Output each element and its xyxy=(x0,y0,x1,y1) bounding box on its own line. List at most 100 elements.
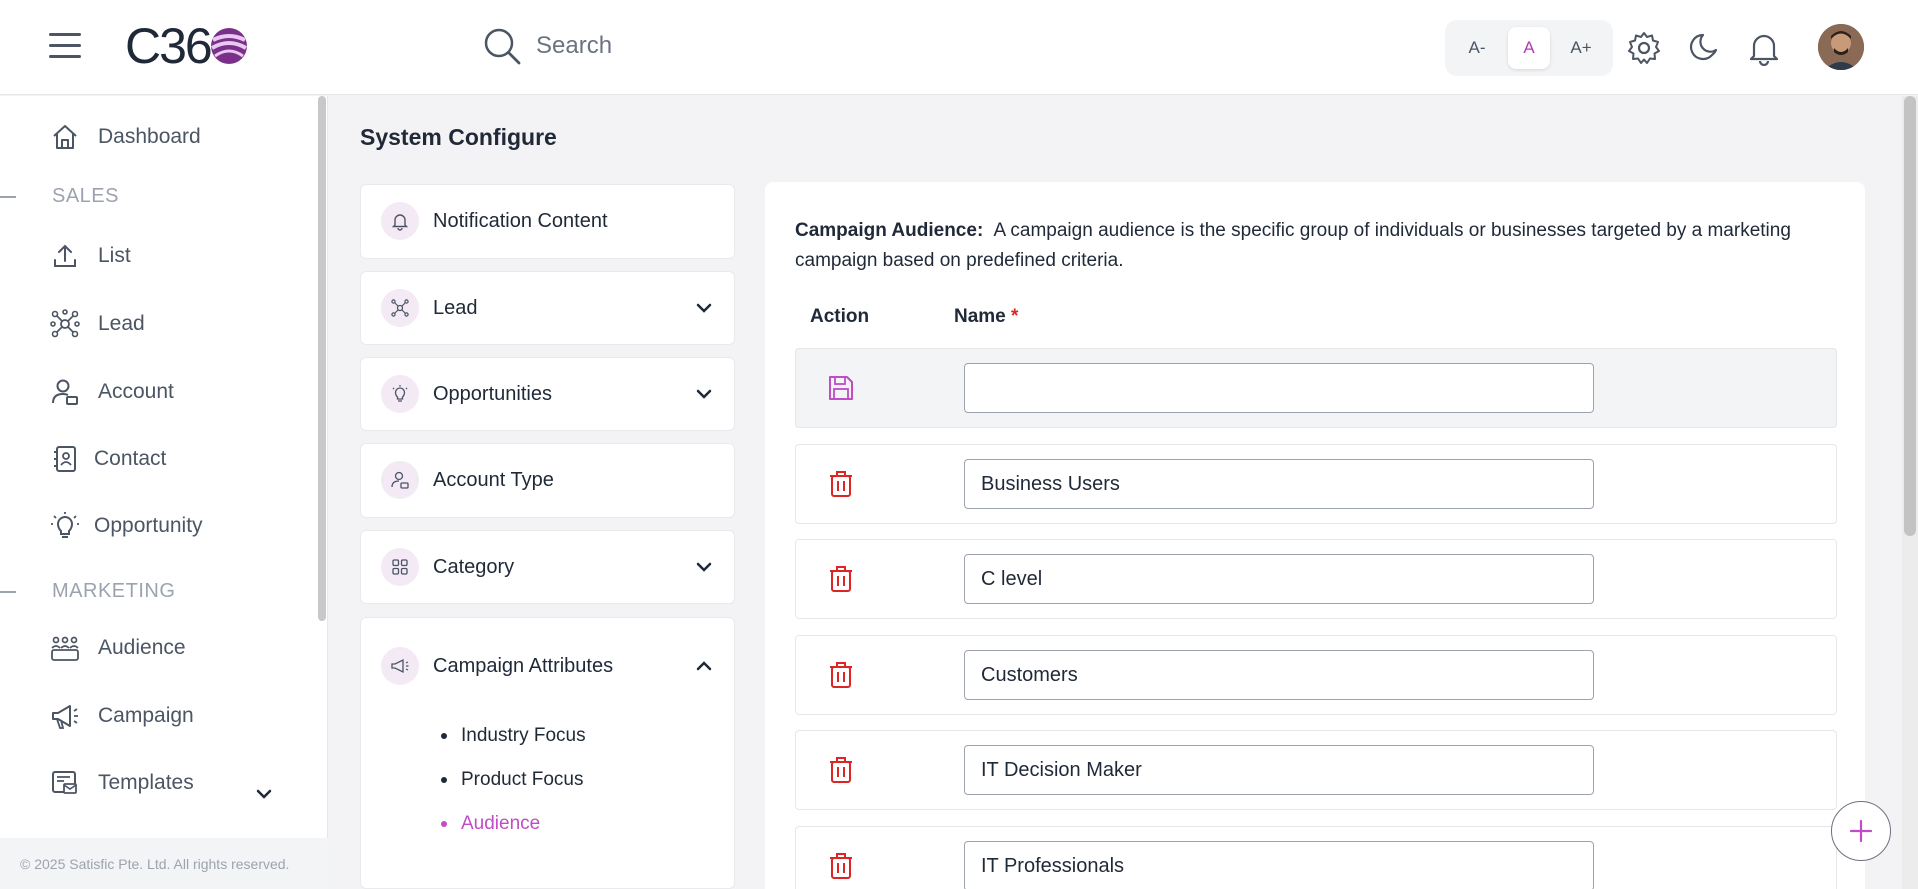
sidebar-item-label: Account xyxy=(98,380,174,403)
campaign-attributes-list: Industry Focus Product Focus Audience xyxy=(361,714,734,860)
trash-icon[interactable] xyxy=(826,564,856,594)
main-scrollbar-thumb[interactable] xyxy=(1904,96,1916,536)
sidebar-item-label: Opportunity xyxy=(94,514,203,537)
sidebar-item-audience[interactable]: Audience xyxy=(50,633,186,663)
table-row-new xyxy=(795,348,1837,428)
chevron-up-icon[interactable] xyxy=(694,656,714,676)
audience-name-input[interactable] xyxy=(964,650,1594,700)
menu-card-lead[interactable]: Lead xyxy=(360,271,735,345)
trash-icon[interactable] xyxy=(826,660,856,690)
description-label: Campaign Audience: xyxy=(795,220,984,241)
add-button[interactable] xyxy=(1831,801,1891,861)
sidebar-item-label: Audience xyxy=(98,636,186,659)
logo-globe-icon xyxy=(210,28,247,64)
menu-label: Opportunities xyxy=(433,382,552,405)
search-icon xyxy=(484,28,521,65)
trash-icon[interactable] xyxy=(826,469,856,499)
sidebar-item-campaign[interactable]: Campaign xyxy=(50,701,194,731)
section-divider xyxy=(0,591,16,593)
account-icon xyxy=(381,461,419,499)
home-icon xyxy=(53,125,77,149)
campaign-audience-panel: Campaign Audience: A campaign audience i… xyxy=(765,182,1865,889)
sidebar-item-lead[interactable]: Lead xyxy=(50,309,145,339)
sub-item-product-focus[interactable]: Product Focus xyxy=(441,758,734,802)
search-bar[interactable]: Search xyxy=(482,26,612,66)
audience-name-input[interactable] xyxy=(964,745,1594,795)
trash-icon[interactable] xyxy=(826,755,856,785)
sidebar: Dashboard SALES List Lead Account Contac… xyxy=(0,96,328,889)
menu-card-notification[interactable]: Notification Content xyxy=(360,184,735,259)
sidebar-item-label: Templates xyxy=(98,771,194,794)
trash-icon[interactable] xyxy=(826,851,856,881)
chevron-down-icon[interactable] xyxy=(694,557,714,577)
network-icon xyxy=(381,289,419,327)
chevron-down-icon[interactable] xyxy=(254,784,274,804)
chevron-down-icon[interactable] xyxy=(694,298,714,318)
sidebar-item-dashboard[interactable]: Dashboard xyxy=(50,122,201,152)
column-header-action: Action xyxy=(810,306,870,327)
bell-icon[interactable] xyxy=(1746,30,1782,66)
table-row xyxy=(795,444,1837,524)
sidebar-item-contact[interactable]: Contact xyxy=(50,444,166,474)
section-label-sales: SALES xyxy=(52,185,119,207)
sidebar-item-label: Dashboard xyxy=(98,125,201,148)
gear-icon[interactable] xyxy=(1626,30,1662,66)
font-increase-button[interactable]: A+ xyxy=(1560,27,1602,69)
menu-icon[interactable] xyxy=(49,33,81,59)
megaphone-icon xyxy=(52,705,78,729)
menu-card-opportunities[interactable]: Opportunities xyxy=(360,357,735,431)
sidebar-item-account[interactable]: Account xyxy=(50,377,174,407)
audience-name-input[interactable] xyxy=(964,459,1594,509)
upload-icon xyxy=(54,244,76,267)
section-label-marketing: MARKETING xyxy=(52,580,176,602)
menu-card-category[interactable]: Category xyxy=(360,530,735,604)
page-title: System Configure xyxy=(360,124,557,150)
new-audience-input[interactable] xyxy=(964,363,1594,413)
megaphone-icon xyxy=(381,647,419,685)
menu-card-campaign-attributes: Campaign Attributes Industry Focus Produ… xyxy=(360,617,735,889)
sidebar-item-templates[interactable]: Templates xyxy=(50,768,194,798)
table-row xyxy=(795,635,1837,715)
audience-name-input[interactable] xyxy=(964,841,1594,889)
user-avatar-icon xyxy=(1818,24,1864,70)
menu-card-account-type[interactable]: Account Type xyxy=(360,443,735,518)
logo-text: C36 xyxy=(125,18,213,74)
audience-name-input[interactable] xyxy=(964,554,1594,604)
sidebar-item-label: Campaign xyxy=(98,704,194,727)
grid-icon xyxy=(381,548,419,586)
templates-icon xyxy=(52,771,77,794)
sub-item-audience[interactable]: Audience xyxy=(441,802,734,846)
menu-label: Account Type xyxy=(433,468,554,491)
section-divider xyxy=(0,196,16,198)
font-default-button[interactable]: A xyxy=(1508,27,1550,69)
save-icon[interactable] xyxy=(826,373,856,403)
column-header-name-label: Name xyxy=(954,306,1006,327)
campaign-attributes-header[interactable]: Campaign Attributes xyxy=(361,618,734,714)
sidebar-item-opportunity[interactable]: Opportunity xyxy=(50,511,203,541)
lightbulb-icon xyxy=(51,512,79,538)
table-row xyxy=(795,730,1837,810)
bell-icon xyxy=(381,202,419,240)
search-input[interactable]: Search xyxy=(536,32,612,60)
moon-icon[interactable] xyxy=(1686,30,1722,66)
network-icon xyxy=(50,309,80,338)
top-header: C36 Search A- A A+ xyxy=(0,0,1918,95)
font-decrease-button[interactable]: A- xyxy=(1456,27,1498,69)
footer-copyright: © 2025 Satisfic Pte. Ltd. All rights res… xyxy=(0,838,328,889)
sidebar-item-list[interactable]: List xyxy=(50,241,131,271)
logo[interactable]: C36 xyxy=(125,18,249,74)
plus-icon xyxy=(1849,819,1873,843)
panel-description: Campaign Audience: A campaign audience i… xyxy=(795,216,1835,276)
menu-label: Lead xyxy=(433,296,478,319)
column-header-name: Name * xyxy=(954,306,1018,328)
sub-item-industry-focus[interactable]: Industry Focus xyxy=(441,714,734,758)
contact-icon xyxy=(54,446,76,472)
table-row xyxy=(795,539,1837,619)
chevron-down-icon[interactable] xyxy=(694,384,714,404)
avatar[interactable] xyxy=(1818,24,1864,70)
font-size-control: A- A A+ xyxy=(1445,20,1613,76)
sidebar-item-label: Contact xyxy=(94,447,167,470)
sidebar-scrollbar[interactable] xyxy=(318,96,326,621)
menu-label: Category xyxy=(433,555,515,578)
table-row xyxy=(795,826,1837,889)
